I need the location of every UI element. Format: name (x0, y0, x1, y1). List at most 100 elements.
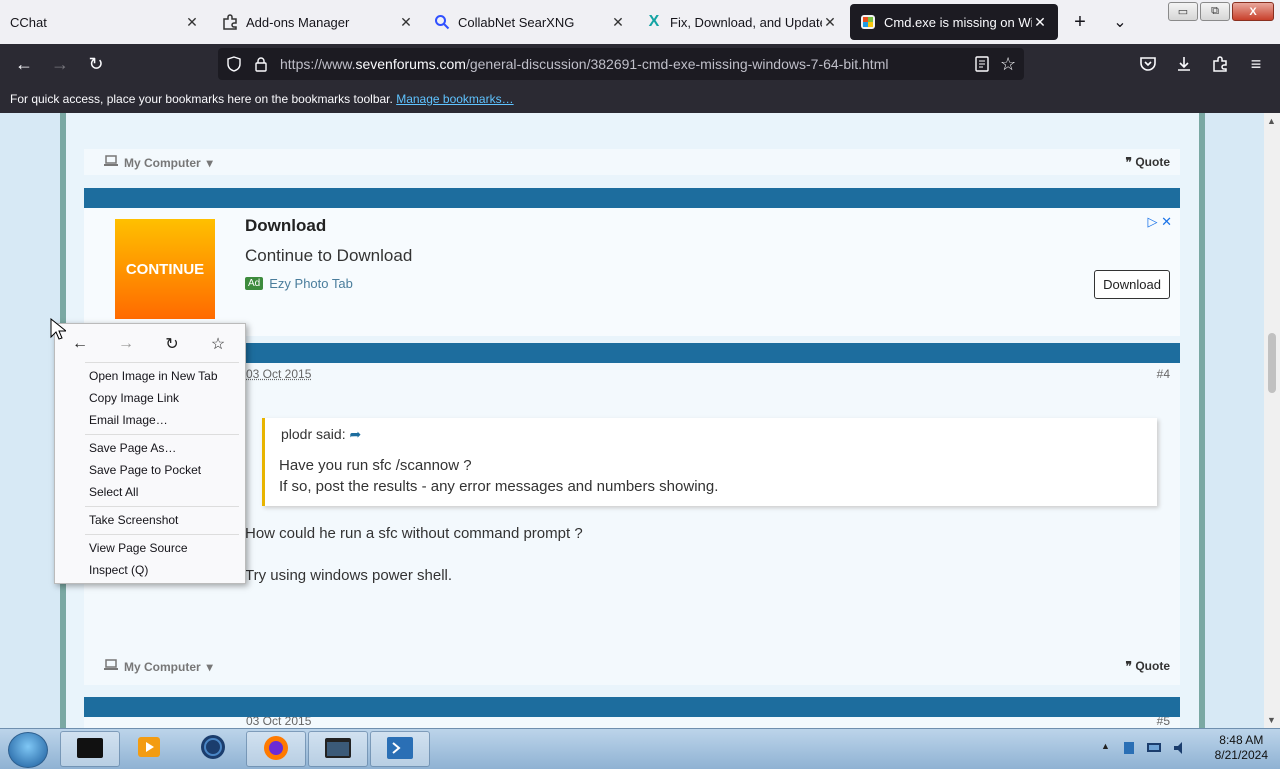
menu-separator (85, 434, 239, 435)
post-number[interactable]: #5 (1157, 717, 1170, 728)
menu-icon[interactable]: ≡ (1242, 50, 1270, 78)
tab-addons-manager[interactable]: Add-ons Manager ✕ (212, 0, 424, 44)
tab-fix-download[interactable]: X Fix, Download, and Update C ✕ (636, 0, 848, 44)
bookmark-star-icon[interactable]: ☆ (1000, 54, 1016, 75)
next-post: 03 Oct 2015 #5 (84, 717, 1180, 728)
quote-button[interactable]: ❞ Quote (1126, 659, 1170, 673)
tab-cmd-missing[interactable]: Cmd.exe is missing on Wind ✕ (850, 4, 1058, 40)
pocket-icon[interactable] (1134, 50, 1162, 78)
taskbar-app-media-player[interactable] (120, 731, 178, 765)
tab-label: Cmd.exe is missing on Wind (884, 14, 1032, 30)
extensions-icon[interactable] (1206, 50, 1234, 78)
my-computer-label: My Computer (124, 659, 201, 674)
my-computer-toggle[interactable]: My Computer ▾ (104, 155, 213, 170)
address-bar[interactable]: https://www.sevenforums.com/general-disc… (218, 48, 1024, 80)
forward-button[interactable]: → (46, 50, 74, 78)
close-icon[interactable]: ✕ (1032, 14, 1048, 31)
window-app-icon (324, 737, 352, 762)
menu-inspect[interactable]: Inspect (Q) (89, 563, 148, 577)
goto-quote-icon[interactable]: ➦ (349, 426, 361, 442)
shield-icon[interactable] (226, 56, 242, 75)
menu-view-page-source[interactable]: View Page Source (89, 541, 188, 555)
tray-app-icon[interactable] (1122, 741, 1136, 755)
scroll-down-icon[interactable]: ▼ (1267, 715, 1276, 725)
menu-take-screenshot[interactable]: Take Screenshot (89, 513, 178, 527)
terminal-app-icon (75, 736, 105, 763)
menu-separator (85, 506, 239, 507)
new-tab-button[interactable]: + (1066, 8, 1094, 36)
post-body-line: How could he run a sfc without command p… (245, 525, 583, 542)
chevron-down-icon: ▾ (206, 659, 213, 674)
post-footer: My Computer ▾ ❞ Quote (84, 149, 1180, 175)
quote-button[interactable]: ❞ Quote (1126, 155, 1170, 169)
taskbar-app-terminal[interactable] (60, 731, 120, 767)
menu-open-image-new-tab[interactable]: Open Image in New Tab (89, 369, 218, 383)
ad-image[interactable]: CONTINUE (115, 219, 215, 319)
url-path: /general-discussion/382691-cmd-exe-missi… (465, 56, 889, 72)
menu-reload-icon[interactable]: ↻ (157, 332, 187, 356)
adchoices-icon: ▷ (1147, 214, 1158, 229)
close-icon[interactable]: ✕ (822, 14, 838, 31)
close-icon[interactable]: ✕ (184, 14, 200, 31)
tab-label: Fix, Download, and Update C (670, 14, 822, 30)
ad-download-button[interactable]: Download (1094, 270, 1170, 299)
post-date: 03 Oct 2015 (246, 717, 312, 728)
my-computer-toggle[interactable]: My Computer ▾ (104, 659, 213, 674)
taskbar-app-firefox[interactable] (246, 731, 306, 767)
menu-separator (85, 362, 239, 363)
x-logo-icon: X (648, 13, 660, 30)
menu-bookmark-star-icon[interactable]: ☆ (203, 332, 233, 356)
menu-save-to-pocket[interactable]: Save Page to Pocket (89, 463, 201, 477)
system-clock[interactable]: 8:48 AM 8/21/2024 (1215, 733, 1268, 763)
reload-button[interactable]: ↻ (82, 50, 110, 78)
tab-label: Add-ons Manager (246, 14, 350, 30)
tab-label: CollabNet SearXNG (458, 14, 575, 30)
quote-line: If so, post the results - any error mess… (279, 478, 719, 495)
tray-expand-icon[interactable]: ▲ (1101, 741, 1110, 751)
close-icon[interactable]: ✕ (610, 14, 626, 31)
scroll-up-icon[interactable]: ▲ (1267, 116, 1276, 126)
menu-save-page-as[interactable]: Save Page As… (89, 441, 176, 455)
volume-icon[interactable] (1172, 741, 1186, 755)
close-window-button[interactable]: X (1232, 2, 1274, 21)
network-icon[interactable] (1146, 741, 1161, 755)
sevenforums-icon (860, 14, 876, 30)
scroll-thumb[interactable] (1268, 333, 1276, 393)
page-scrollbar[interactable]: ▲ ▼ (1264, 113, 1280, 728)
taskbar-app-powershell[interactable] (370, 731, 430, 767)
menu-back-icon[interactable]: ← (65, 332, 95, 356)
context-menu: ← → ↻ ☆ Open Image in New Tab Copy Image… (54, 323, 246, 584)
mouse-cursor-icon (50, 318, 66, 340)
menu-separator (85, 534, 239, 535)
taskbar-app-window[interactable] (308, 731, 368, 767)
minimize-button[interactable]: ▭ (1168, 2, 1198, 21)
restore-button[interactable]: ⧉ (1200, 2, 1230, 21)
downloads-icon[interactable] (1170, 50, 1198, 78)
menu-select-all[interactable]: Select All (89, 485, 138, 499)
start-button[interactable] (8, 732, 48, 768)
powershell-icon (386, 736, 414, 763)
tab-label: CChat (10, 14, 47, 30)
ad-close-icon[interactable]: ▷ ✕ (1147, 214, 1172, 230)
close-icon[interactable]: ✕ (398, 14, 414, 31)
ad-source[interactable]: Ad Ezy Photo Tab (245, 276, 353, 291)
menu-copy-image-link[interactable]: Copy Image Link (89, 391, 179, 405)
tab-searxng[interactable]: CollabNet SearXNG ✕ (424, 0, 636, 44)
quote-line: Have you run sfc /scannow ? (279, 457, 472, 474)
quote-label: Quote (1135, 155, 1170, 169)
tab-cchat[interactable]: CChat ✕ (0, 0, 210, 44)
ad-panel[interactable]: CONTINUE Download Continue to Download A… (84, 208, 1180, 336)
manage-bookmarks-link[interactable]: Manage bookmarks… (396, 92, 513, 106)
url-prefix: https://www. (280, 56, 356, 72)
menu-email-image[interactable]: Email Image… (89, 413, 168, 427)
my-computer-label: My Computer (124, 155, 201, 170)
reader-view-icon[interactable] (974, 55, 990, 76)
menu-forward-icon[interactable]: → (111, 332, 141, 356)
ad-title[interactable]: Download (245, 216, 326, 236)
lock-icon[interactable] (254, 56, 268, 75)
tab-list-button[interactable]: ⌄ (1106, 8, 1134, 36)
post-number[interactable]: #4 (1157, 367, 1170, 381)
url-text[interactable]: https://www.sevenforums.com/general-disc… (280, 56, 888, 72)
back-button[interactable]: ← (10, 50, 38, 78)
taskbar-app-globe[interactable] (184, 731, 242, 765)
